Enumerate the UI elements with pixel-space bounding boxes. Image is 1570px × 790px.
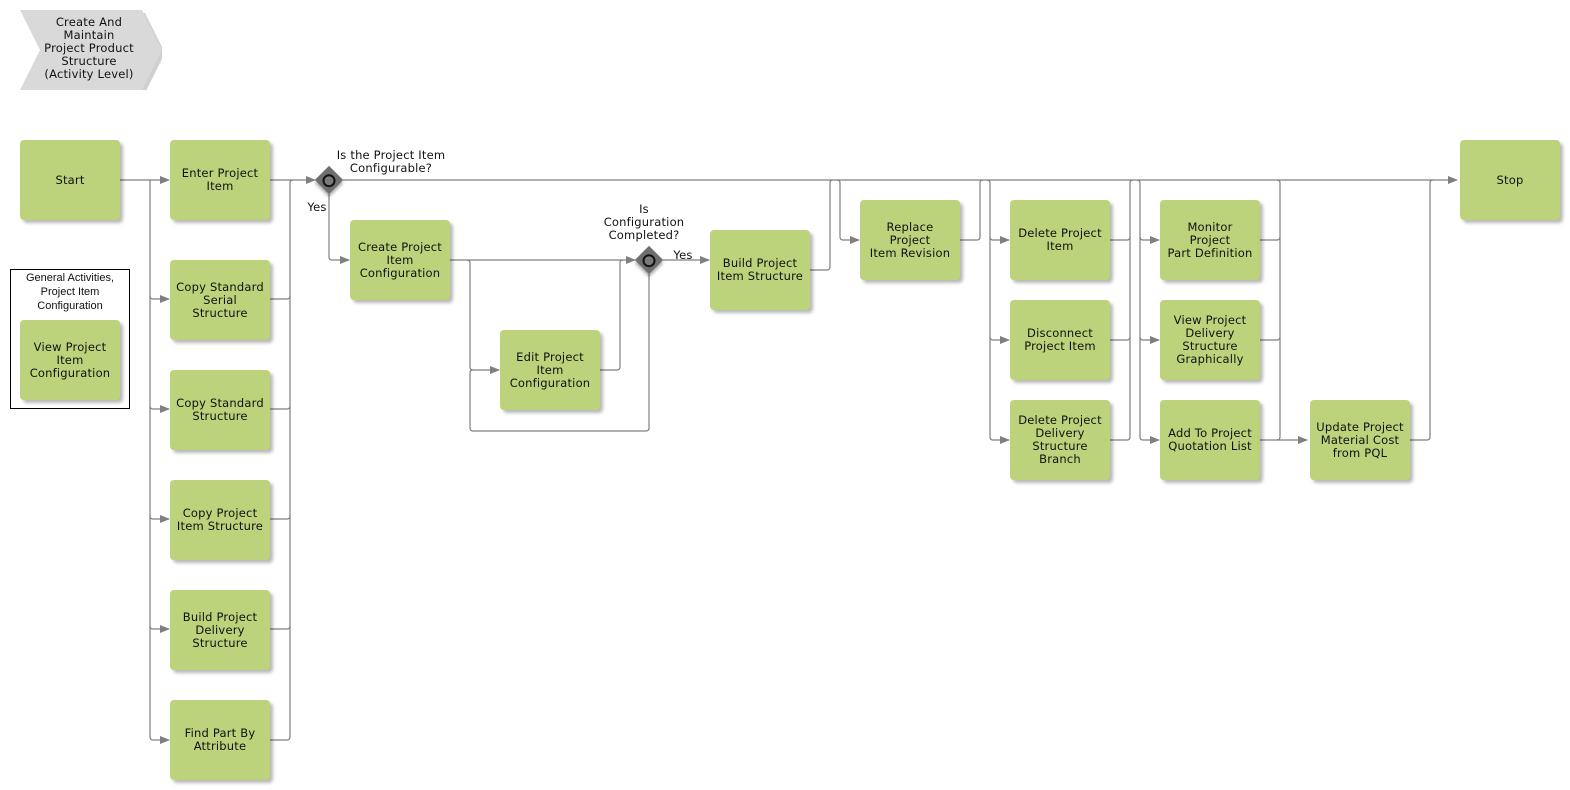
connector-project-out [270, 515, 291, 520]
connector-monitor-split [1136, 179, 1160, 444]
activity-build-project-item-structure[interactable]: Build Project Item Structure [710, 230, 810, 310]
connector-yes-create [328, 194, 350, 264]
connector-to-view-graphically [1139, 336, 1160, 344]
connector-main-replace [836, 179, 860, 244]
connector-to-copy-serial [149, 295, 170, 303]
start-event[interactable]: Start [20, 140, 120, 220]
activity-label: View Project Delivery Structure Graphica… [1173, 313, 1247, 366]
activity-label: Monitor Project Part Definition [1167, 219, 1253, 260]
activity-label: Enter Project Item [181, 166, 259, 193]
connector-find-out [270, 736, 291, 741]
activity-disconnect-project-item[interactable]: Disconnect Project Item [1010, 300, 1110, 380]
activity-label: Copy Project Item Structure [176, 506, 264, 533]
activity-label: Copy Standard Structure [176, 396, 264, 423]
connector-delete-join [1110, 179, 1134, 441]
activity-create-project-item-configuration[interactable]: Create Project Item Configuration [350, 220, 450, 300]
activity-label: Create Project Item Configuration [357, 239, 442, 280]
activity-label: Start [55, 172, 85, 187]
connector-to-monitor [1139, 236, 1160, 244]
activity-replace-project-item-revision[interactable]: Replace Project Item Revision [860, 200, 960, 280]
activity-delete-project-item[interactable]: Delete Project Item [1010, 200, 1110, 280]
activity-label: Edit Project Item Configuration [509, 349, 591, 390]
connector-edit-gw2 [600, 259, 624, 371]
activity-label: Delete Project Item [1018, 226, 1102, 253]
activity-label: Disconnect Project Item [1024, 326, 1096, 353]
activity-find-part-by-attribute[interactable]: Find Part By Attribute [170, 700, 270, 780]
connector-split-bus [149, 180, 154, 741]
connector-create-edit [466, 259, 500, 374]
connector-to-build-delivery [149, 625, 170, 633]
activity-label: View Project Item Configuration [29, 339, 111, 380]
connector-monitor-out [1260, 236, 1281, 241]
group-label: General Activities, Project Item Configu… [25, 272, 115, 312]
gateway-question-completed: Is Configuration Completed? [603, 202, 685, 242]
activity-view-project-delivery-structure-graphically[interactable]: View Project Delivery Structure Graphica… [1160, 300, 1260, 380]
activity-copy-project-item-structure[interactable]: Copy Project Item Structure [170, 480, 270, 560]
activity-label: Find Part By Attribute [184, 726, 256, 753]
gateway-branch-yes: Yes [673, 248, 693, 262]
connector-standard-out [270, 405, 291, 410]
activity-label: Replace Project Item Revision [869, 219, 951, 260]
activity-label: Copy Standard Serial Structure [176, 279, 264, 320]
activity-label: Build Project Delivery Structure [182, 609, 258, 650]
activity-copy-standard-serial-structure[interactable]: Copy Standard Serial Structure [170, 260, 270, 340]
activity-edit-project-item-configuration[interactable]: Edit Project Item Configuration [500, 330, 600, 410]
activity-label: Build Project Item Structure [716, 256, 804, 283]
activity-label: Update Project Material Cost from PQL [1316, 419, 1404, 460]
gateway-ring-icon [639, 251, 659, 270]
process-diagram: Create And Maintain Project Product Stru… [0, 0, 1570, 790]
activity-label: Delete Project Delivery Structure Branch [1018, 413, 1102, 466]
activity-label: Add To Project Quotation List [1168, 426, 1252, 453]
activity-copy-standard-structure[interactable]: Copy Standard Structure [170, 370, 270, 450]
activity-enter-project-item[interactable]: Enter Project Item [170, 140, 270, 220]
connector-disconnect-out [1110, 336, 1131, 341]
connector-delete-split [986, 179, 1010, 444]
connector-serial-out [270, 295, 291, 300]
connector-replace-main [960, 179, 984, 241]
activity-view-project-item-configuration[interactable]: View Project Item Configuration [20, 320, 120, 400]
gateway-branch-yes: Yes [307, 200, 327, 214]
gateway-question-configurable: Is the Project Item Configurable? [336, 148, 446, 175]
activity-update-project-material-cost-from-pql[interactable]: Update Project Material Cost from PQL [1310, 400, 1410, 480]
connector-monitor-join [1276, 179, 1281, 441]
connector-to-delete-item [989, 236, 1010, 244]
process-title: Create And Maintain Project Product Stru… [44, 15, 134, 81]
connector-build-main [810, 179, 834, 271]
connector-delete-item-out [1110, 236, 1131, 241]
activity-build-project-delivery-structure[interactable]: Build Project Delivery Structure [170, 590, 270, 670]
stop-event[interactable]: Stop [1460, 140, 1560, 220]
activity-delete-project-delivery-structure-branch[interactable]: Delete Project Delivery Structure Branch [1010, 400, 1110, 480]
activity-add-to-project-quotation-list[interactable]: Add To Project Quotation List [1160, 400, 1260, 480]
connector-delivery-out [270, 625, 291, 630]
connector-update-stop [1410, 179, 1434, 441]
activity-monitor-project-part-definition[interactable]: Monitor Project Part Definition [1160, 200, 1260, 280]
connector-to-copy-project [149, 515, 170, 523]
activity-label: Stop [1496, 172, 1524, 187]
connector-to-disconnect [989, 336, 1010, 344]
connector-to-copy-standard [149, 405, 170, 413]
connector-view-out [1260, 336, 1281, 341]
connector-join-bus [289, 179, 294, 737]
